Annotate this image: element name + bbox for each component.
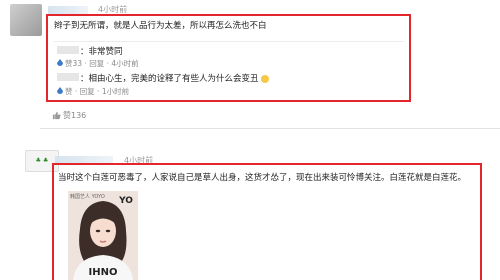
svg-text:YO: YO <box>118 196 133 206</box>
photo-caption: 韩国艺人 YOYO <box>70 194 105 200</box>
reply-button[interactable]: 回复 <box>80 87 95 96</box>
like-icon[interactable] <box>57 59 63 66</box>
thumb-up-icon[interactable] <box>52 111 61 120</box>
reply-username[interactable] <box>57 73 79 81</box>
reply-username[interactable] <box>57 46 79 54</box>
comment-text: 当时这个白莲可恶毒了，人家说自己是草人出身，这货才怂了，现在出来装可怜博关注。白… <box>58 173 467 183</box>
reply-button[interactable]: 回复 <box>89 59 104 68</box>
comment-text: 辫子到无所谓，就是人品行为太差，所以再怎么洗也不白 <box>54 21 267 31</box>
avatar[interactable] <box>10 4 42 36</box>
reply-text: ：非常赞同 <box>80 47 123 57</box>
reply-text: ：相由心生，完美的诠释了有些人为什么会变丑 <box>80 72 269 84</box>
like-count[interactable]: 赞136 <box>63 110 86 121</box>
comment-divider <box>40 128 500 129</box>
reply-likes[interactable]: 赞33 · 回复 · 4小时前 <box>65 58 139 69</box>
svg-text:IHNO: IHNO <box>89 267 118 278</box>
emoji-icon <box>260 74 269 83</box>
reply-meta[interactable]: 赞 · 回复 · 1小时前 <box>65 86 129 97</box>
comment-photo[interactable]: IHNO YO <box>68 191 138 280</box>
reply-divider <box>54 41 404 42</box>
like-icon[interactable] <box>57 87 63 94</box>
